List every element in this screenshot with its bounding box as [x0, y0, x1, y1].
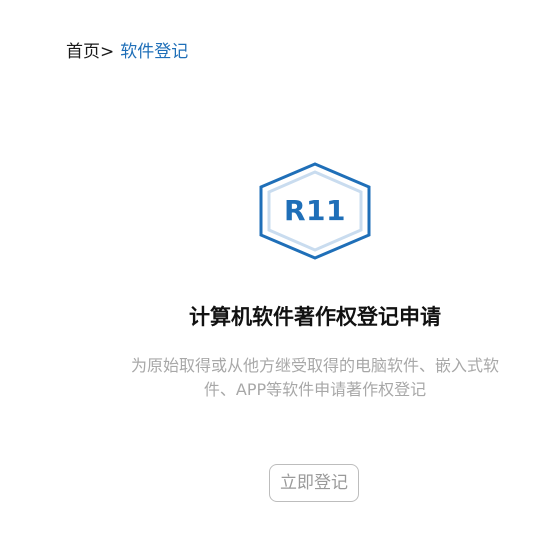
- breadcrumb-home-link[interactable]: 首页: [66, 42, 100, 62]
- register-now-button[interactable]: 立即登记: [269, 464, 359, 502]
- breadcrumb: 首页> 软件登记: [66, 40, 188, 64]
- breadcrumb-current-page[interactable]: 软件登记: [120, 42, 188, 62]
- breadcrumb-separator: >: [100, 42, 115, 62]
- service-title: 计算机软件著作权登记申请: [189, 305, 441, 329]
- service-code: R11: [283, 194, 347, 227]
- service-badge: R11: [258, 162, 372, 260]
- service-description: 为原始取得或从他方继受取得的电脑软件、嵌入式软件、APP等软件申请著作权登记: [130, 356, 499, 399]
